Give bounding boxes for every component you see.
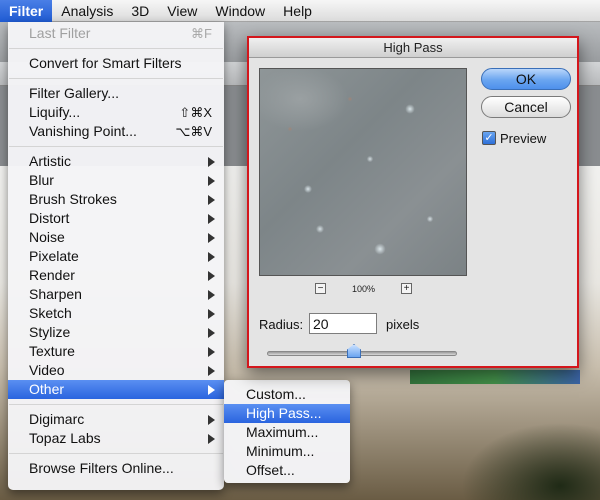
photo-detail (410, 370, 580, 384)
menu-item-label: Render (29, 267, 75, 283)
menu-separator (9, 453, 223, 454)
submenu-item-custom[interactable]: Custom... (224, 385, 350, 404)
menu-item-last-filter: Last Filter ⌘F (8, 24, 224, 43)
menu-item-label: Vanishing Point... (29, 123, 137, 139)
menu-item-label: Brush Strokes (29, 191, 117, 207)
menu-view[interactable]: View (158, 0, 206, 22)
menu-item-label: Other (29, 381, 65, 397)
submenu-arrow-icon (208, 233, 215, 243)
submenu-item-offset[interactable]: Offset... (224, 461, 350, 480)
radius-label: Radius: (259, 317, 304, 332)
shortcut-label: ⌘F (191, 26, 212, 41)
menu-item-vanishing-point[interactable]: Vanishing Point... ⌥⌘V (8, 122, 224, 141)
high-pass-dialog: High Pass − 100% + OK Cancel ✓ Preview R… (247, 36, 579, 368)
submenu-arrow-icon (208, 366, 215, 376)
radius-slider-track[interactable] (267, 351, 457, 356)
submenu-arrow-icon (208, 290, 215, 300)
preview-label: Preview (500, 131, 547, 146)
menu-item-label: Video (29, 362, 65, 378)
zoom-level: 100% (351, 284, 376, 294)
submenu-item-maximum[interactable]: Maximum... (224, 423, 350, 442)
menu-item-stylize[interactable]: Stylize (8, 323, 224, 342)
menu-item-label: Sketch (29, 305, 72, 321)
menu-item-noise[interactable]: Noise (8, 228, 224, 247)
menu-item-label: Noise (29, 229, 65, 245)
menu-analysis[interactable]: Analysis (52, 0, 122, 22)
submenu-item-minimum[interactable]: Minimum... (224, 442, 350, 461)
submenu-arrow-icon (208, 271, 215, 281)
menu-bar: Filter Analysis 3D View Window Help (0, 0, 600, 22)
menu-separator (9, 146, 223, 147)
shortcut-label: ⌥⌘V (175, 124, 212, 139)
menu-item-sharpen[interactable]: Sharpen (8, 285, 224, 304)
menu-item-label: Stylize (29, 324, 71, 340)
submenu-arrow-icon (208, 195, 215, 205)
menu-item-browse-filters-online[interactable]: Browse Filters Online... (8, 459, 224, 478)
menu-item-label: Liquify... (29, 104, 81, 120)
submenu-arrow-icon (208, 328, 215, 338)
ok-button[interactable]: OK (481, 68, 571, 90)
preview-checkbox[interactable]: ✓ (482, 131, 496, 145)
menu-item-texture[interactable]: Texture (8, 342, 224, 361)
menu-item-label: Last Filter (29, 25, 91, 41)
submenu-arrow-icon (208, 385, 215, 395)
radius-unit-label: pixels (386, 317, 420, 332)
menu-item-label: Distort (29, 210, 70, 226)
menu-3d[interactable]: 3D (122, 0, 158, 22)
menu-item-label: Pixelate (29, 248, 79, 264)
menu-separator (9, 78, 223, 79)
menu-item-brush-strokes[interactable]: Brush Strokes (8, 190, 224, 209)
menu-filter[interactable]: Filter (0, 0, 53, 22)
submenu-arrow-icon (208, 415, 215, 425)
submenu-arrow-icon (208, 309, 215, 319)
zoom-in-button[interactable]: + (401, 283, 412, 294)
menu-item-convert-smart-filters[interactable]: Convert for Smart Filters (8, 54, 224, 73)
filter-preview-image[interactable] (259, 68, 467, 276)
submenu-item-high-pass[interactable]: High Pass... (224, 404, 350, 423)
submenu-arrow-icon (208, 434, 215, 444)
menu-item-label: Sharpen (29, 286, 82, 302)
dialog-title[interactable]: High Pass (249, 38, 577, 58)
menu-item-topaz-labs[interactable]: Topaz Labs (8, 429, 224, 448)
menu-item-video[interactable]: Video (8, 361, 224, 380)
menu-item-label: Topaz Labs (29, 430, 101, 446)
cancel-button[interactable]: Cancel (481, 96, 571, 118)
menu-window[interactable]: Window (206, 0, 274, 22)
menu-separator (9, 48, 223, 49)
other-submenu: Custom... High Pass... Maximum... Minimu… (224, 380, 350, 483)
submenu-arrow-icon (208, 214, 215, 224)
menu-item-distort[interactable]: Distort (8, 209, 224, 228)
submenu-arrow-icon (208, 157, 215, 167)
preview-zoom-controls: − 100% + (315, 283, 415, 297)
submenu-arrow-icon (208, 252, 215, 262)
menu-item-label: Artistic (29, 153, 71, 169)
menu-item-blur[interactable]: Blur (8, 171, 224, 190)
submenu-arrow-icon (208, 347, 215, 357)
menu-item-label: Digimarc (29, 411, 85, 427)
menu-item-label: Texture (29, 343, 75, 359)
shortcut-label: ⇧⌘X (179, 105, 212, 120)
menu-item-other[interactable]: Other (8, 380, 224, 399)
menu-item-digimarc[interactable]: Digimarc (8, 410, 224, 429)
radius-slider-thumb[interactable] (347, 344, 361, 358)
menu-help[interactable]: Help (274, 0, 321, 22)
menu-item-filter-gallery[interactable]: Filter Gallery... (8, 84, 224, 103)
menu-item-label: Blur (29, 172, 54, 188)
radius-input[interactable] (309, 313, 377, 334)
menu-item-render[interactable]: Render (8, 266, 224, 285)
filter-menu: Last Filter ⌘F Convert for Smart Filters… (8, 22, 224, 490)
menu-item-pixelate[interactable]: Pixelate (8, 247, 224, 266)
submenu-arrow-icon (208, 176, 215, 186)
menu-item-sketch[interactable]: Sketch (8, 304, 224, 323)
menu-separator (9, 404, 223, 405)
menu-item-artistic[interactable]: Artistic (8, 152, 224, 171)
menu-item-liquify[interactable]: Liquify... ⇧⌘X (8, 103, 224, 122)
